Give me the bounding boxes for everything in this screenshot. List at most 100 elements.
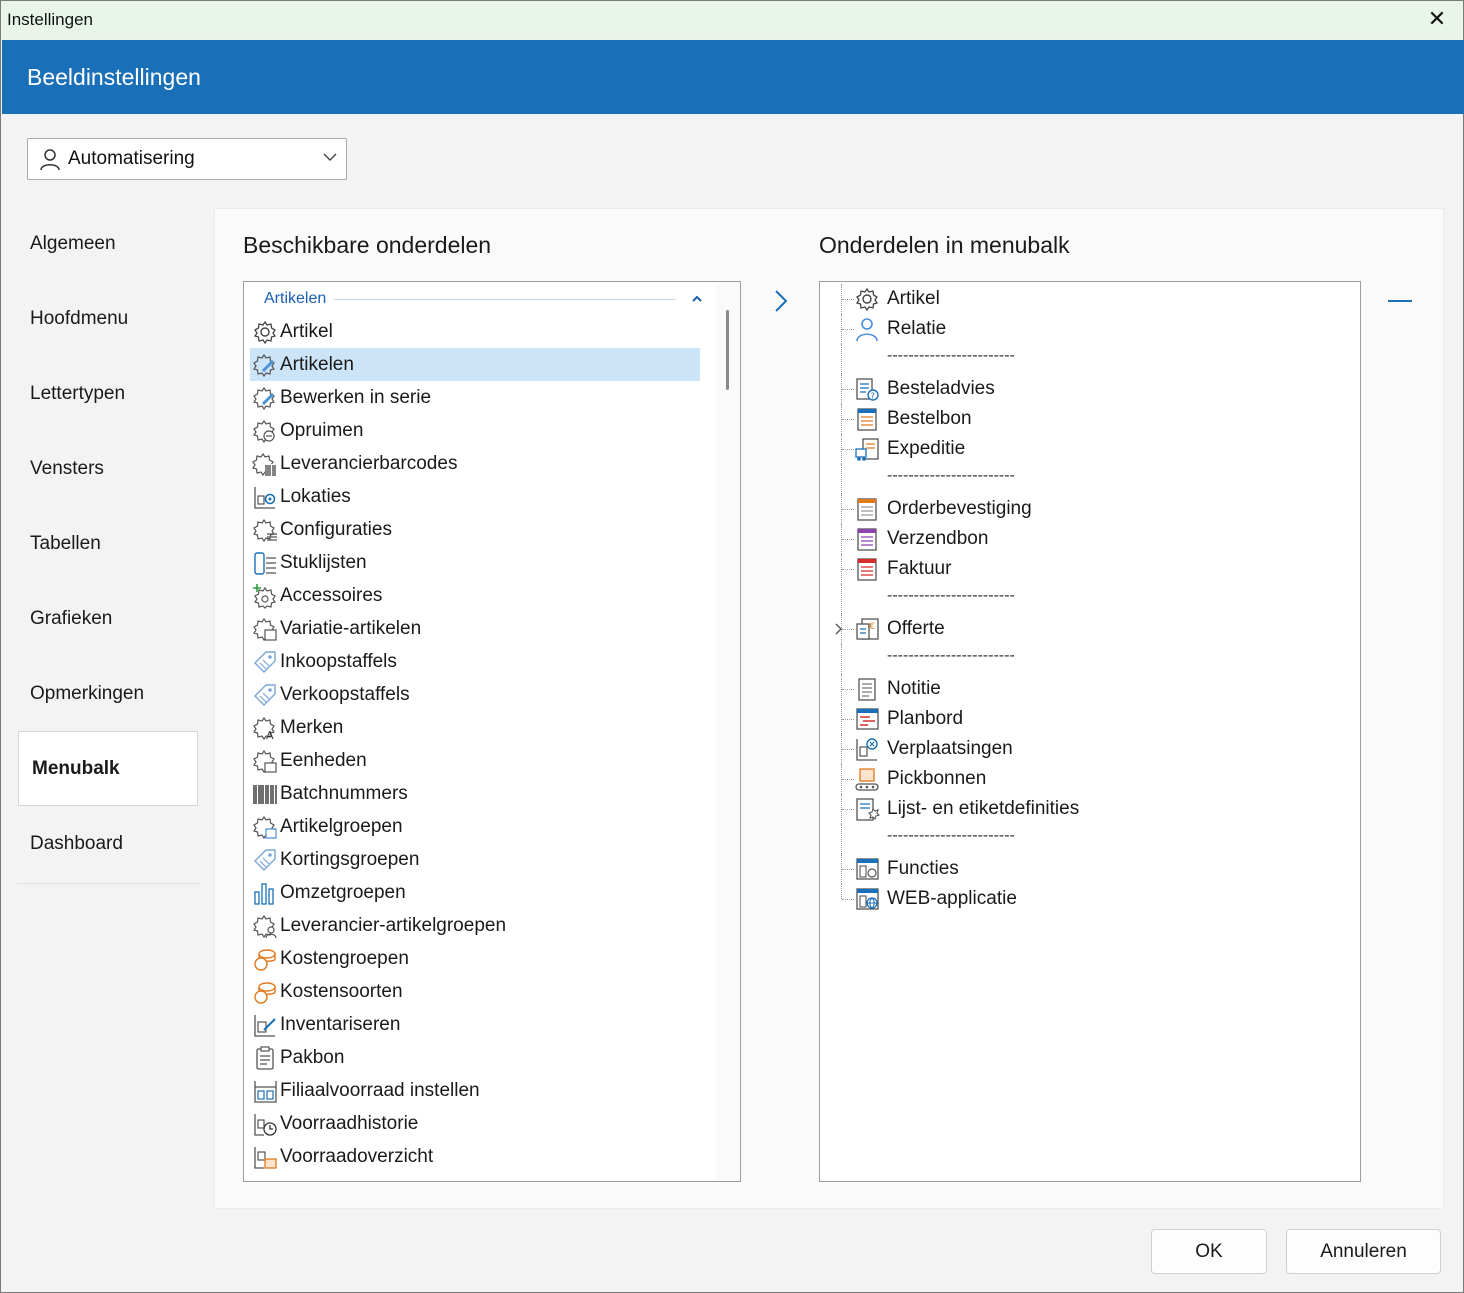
- list-item[interactable]: Artikelgroepen: [250, 810, 700, 843]
- sidebar-divider: [17, 883, 201, 884]
- tree-item[interactable]: Artikel: [820, 284, 1360, 314]
- available-list[interactable]: Artikelen Artikel Artikelen Bewerken in se…: [243, 281, 741, 1182]
- list-item-label: Accessoires: [280, 584, 383, 606]
- tree-item[interactable]: ? Besteladvies: [820, 374, 1360, 404]
- tree-item[interactable]: Orderbevestiging: [820, 494, 1360, 524]
- tree-item[interactable]: Expeditie: [820, 434, 1360, 464]
- separator-row[interactable]: ------------------------: [820, 644, 1360, 674]
- vertical-scrollbar[interactable]: [716, 282, 740, 1181]
- user-dropdown[interactable]: Automatisering: [27, 138, 347, 180]
- chevron-up-icon[interactable]: [690, 292, 704, 306]
- cancel-button[interactable]: Annuleren: [1286, 1229, 1441, 1274]
- tree-line: [841, 464, 842, 494]
- tree-item[interactable]: WEB-applicatie: [820, 884, 1360, 914]
- tree-item[interactable]: Notitie: [820, 674, 1360, 704]
- gear-clean-icon: [253, 419, 275, 443]
- group-header-artikelen[interactable]: Artikelen: [264, 289, 704, 309]
- tag-icon: [254, 848, 276, 871]
- tree-branch: [842, 869, 854, 870]
- tree-item[interactable]: Planbord: [820, 704, 1360, 734]
- tree-item-label: Bestelbon: [887, 408, 972, 429]
- list-item[interactable]: Batchnummers: [250, 777, 700, 810]
- list-item-label: Omzetgroepen: [280, 881, 406, 903]
- settings-window: Instellingen ✕ Beeldinstellingen Automat…: [0, 0, 1464, 1293]
- list-item[interactable]: Voorraadhistorie: [250, 1107, 700, 1140]
- sidebar-item-opmerkingen[interactable]: Opmerkingen: [17, 656, 201, 731]
- list-item[interactable]: Verkoopstaffels: [250, 678, 700, 711]
- tree-item-label: Offerte: [887, 618, 945, 639]
- list-item[interactable]: Inventariseren: [250, 1008, 700, 1041]
- list-item[interactable]: Kostengroepen: [250, 942, 700, 975]
- list-item[interactable]: Accessoires: [250, 579, 700, 612]
- tree-item[interactable]: Bestelbon: [820, 404, 1360, 434]
- list-item[interactable]: Voorraadoverzicht: [250, 1140, 700, 1173]
- chevron-right-icon[interactable]: [831, 622, 845, 636]
- tree-branch: [842, 389, 854, 390]
- list-item[interactable]: Opruimen: [250, 414, 700, 447]
- list-item[interactable]: A Merken: [250, 711, 700, 744]
- coins-icon: [254, 948, 276, 971]
- remove-from-menubar-button[interactable]: [1387, 291, 1413, 311]
- tree-item[interactable]: Lijst- en etiketdefinities: [820, 794, 1360, 824]
- tree-item-label: Relatie: [887, 318, 947, 339]
- list-item[interactable]: Omzetgroepen: [250, 876, 700, 909]
- list-item[interactable]: Pakbon: [250, 1041, 700, 1074]
- list-item[interactable]: Leverancierbarcodes: [250, 447, 700, 480]
- separator-row[interactable]: ------------------------: [820, 584, 1360, 614]
- tree-item[interactable]: Verzendbon: [820, 524, 1360, 554]
- tree-item[interactable]: Pickbonnen: [820, 764, 1360, 794]
- tree-item-label: Functies: [887, 858, 959, 879]
- chevron-down-icon: [323, 153, 337, 161]
- header-banner: Beeldinstellingen: [2, 40, 1464, 114]
- order-advice-icon: ?: [856, 378, 879, 401]
- separator-row[interactable]: ------------------------: [820, 344, 1360, 374]
- list-item-label: Stuklijsten: [280, 551, 367, 573]
- tree-item[interactable]: Verplaatsingen: [820, 734, 1360, 764]
- separator-label: ------------------------: [887, 587, 1015, 604]
- separator-label: ------------------------: [887, 827, 1015, 844]
- tree-item[interactable]: € Offerte: [820, 614, 1360, 644]
- tree-item[interactable]: Functies: [820, 854, 1360, 884]
- page-title: Beeldinstellingen: [27, 64, 201, 90]
- separator-row[interactable]: ------------------------: [820, 464, 1360, 494]
- list-item-label: Variatie-artikelen: [280, 617, 422, 639]
- tree-item-label: Notitie: [887, 678, 941, 699]
- list-item[interactable]: Eenheden: [250, 744, 700, 777]
- scrollbar-thumb[interactable]: [726, 310, 729, 390]
- menubar-tree[interactable]: Artikel Relatie ------------------------? B…: [819, 281, 1361, 1182]
- sidebar-item-tabellen[interactable]: Tabellen: [17, 506, 201, 581]
- close-icon[interactable]: ✕: [1425, 7, 1449, 31]
- list-item[interactable]: Kortingsgroepen: [250, 843, 700, 876]
- tree-line: [841, 824, 842, 854]
- gear-plus-icon: [253, 583, 276, 609]
- list-item[interactable]: Inkoopstaffels: [250, 645, 700, 678]
- ok-button[interactable]: OK: [1151, 1229, 1267, 1274]
- list-item-label: Pakbon: [280, 1046, 345, 1068]
- sidebar-item-grafieken[interactable]: Grafieken: [17, 581, 201, 656]
- list-item[interactable]: Artikelen: [250, 348, 700, 381]
- list-item-label: Kostensoorten: [280, 980, 403, 1002]
- list-item[interactable]: Filiaalvoorraad instellen: [250, 1074, 700, 1107]
- list-item[interactable]: Stuklijsten: [250, 546, 700, 579]
- list-item[interactable]: Leverancier-artikelgroepen: [250, 909, 700, 942]
- list-item[interactable]: Configuraties: [250, 513, 700, 546]
- sidebar-item-lettertypen[interactable]: Lettertypen: [17, 356, 201, 431]
- add-to-menubar-icon[interactable]: [769, 287, 793, 315]
- sidebar-item-hoofdmenu[interactable]: Hoofdmenu: [17, 281, 201, 356]
- sidebar-item-dashboard[interactable]: Dashboard: [17, 806, 201, 881]
- tree-item[interactable]: Faktuur: [820, 554, 1360, 584]
- list-item[interactable]: Kostensoorten: [250, 975, 700, 1008]
- tree-item[interactable]: Relatie: [820, 314, 1360, 344]
- list-item[interactable]: Lokaties: [250, 480, 700, 513]
- list-item-label: Eenheden: [280, 749, 367, 771]
- list-item[interactable]: Bewerken in serie: [250, 381, 700, 414]
- separator-row[interactable]: ------------------------: [820, 824, 1360, 854]
- sidebar-item-menubalk[interactable]: Menubalk: [18, 731, 198, 806]
- gear-icon: [855, 287, 879, 312]
- tree-item-label: Expeditie: [887, 438, 966, 459]
- web-icon: [856, 888, 879, 910]
- list-item[interactable]: Variatie-artikelen: [250, 612, 700, 645]
- sidebar-item-algemeen[interactable]: Algemeen: [17, 206, 201, 281]
- sidebar-item-vensters[interactable]: Vensters: [17, 431, 201, 506]
- list-item[interactable]: Artikel: [250, 315, 700, 348]
